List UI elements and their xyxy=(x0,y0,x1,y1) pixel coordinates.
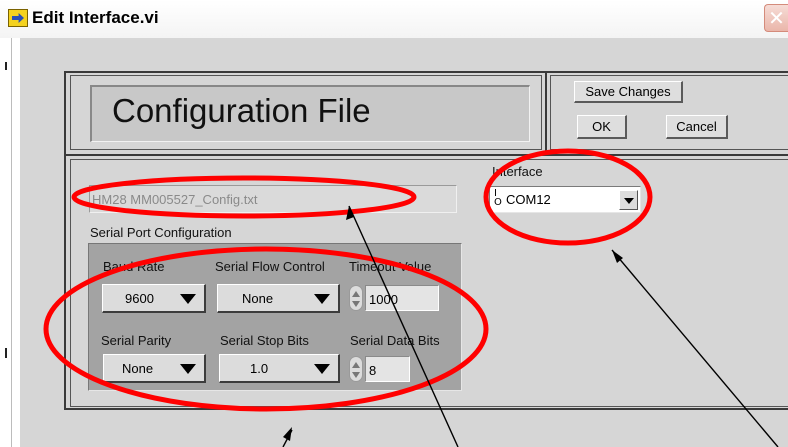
data-bits-spinner-icon[interactable] xyxy=(349,356,363,382)
parity-label: Serial Parity xyxy=(101,333,172,348)
parity-value: None xyxy=(122,361,154,376)
frame-divider-vertical xyxy=(545,73,547,155)
timeout-label: Timeout Value xyxy=(349,259,432,274)
dropdown-arrow-icon xyxy=(180,294,196,304)
interface-value: COM12 xyxy=(506,192,551,207)
stop-bits-label: Serial Stop Bits xyxy=(220,333,309,348)
dropdown-arrow-icon xyxy=(180,364,196,374)
baud-rate-label: Baud Rate xyxy=(103,259,165,274)
flow-control-value: None xyxy=(242,291,274,306)
save-changes-button[interactable]: Save Changes xyxy=(574,81,683,103)
window-title: Edit Interface.vi xyxy=(32,8,159,27)
dropdown-arrow-icon xyxy=(314,294,330,304)
interface-label: Interface xyxy=(492,164,543,179)
serial-port-config-label: Serial Port Configuration xyxy=(90,225,232,240)
ok-button[interactable]: OK xyxy=(577,115,627,139)
frame-divider-horizontal xyxy=(66,154,788,156)
dropdown-arrow-icon xyxy=(314,364,330,374)
page-title: Configuration File xyxy=(112,92,371,129)
timeout-spinner-icon[interactable] xyxy=(349,285,363,311)
flow-control-label: Serial Flow Control xyxy=(215,259,325,274)
parity-ring[interactable]: None xyxy=(103,354,206,383)
stop-bits-ring[interactable]: 1.0 xyxy=(219,354,340,383)
window-close-button[interactable]: ✕ xyxy=(764,4,788,32)
flow-control-ring[interactable]: None xyxy=(217,284,340,313)
stop-bits-value: 1.0 xyxy=(250,361,269,376)
dropdown-arrow-icon xyxy=(624,198,634,204)
data-bits-input[interactable]: 8 xyxy=(365,356,410,382)
baud-rate-ring[interactable]: 9600 xyxy=(102,284,206,313)
vi-app-icon xyxy=(8,9,28,27)
baud-rate-value: 9600 xyxy=(125,291,154,306)
data-bits-label: Serial Data Bits xyxy=(350,333,440,348)
timeout-input[interactable]: 1000 xyxy=(365,285,439,311)
left-window-edge xyxy=(0,38,12,447)
visa-io-icon: I O xyxy=(494,188,502,208)
config-file-path-value: HM28 MM005527_Config.txt xyxy=(92,192,258,207)
cancel-button[interactable]: Cancel xyxy=(666,115,728,139)
interface-dropdown-button[interactable] xyxy=(619,190,638,210)
